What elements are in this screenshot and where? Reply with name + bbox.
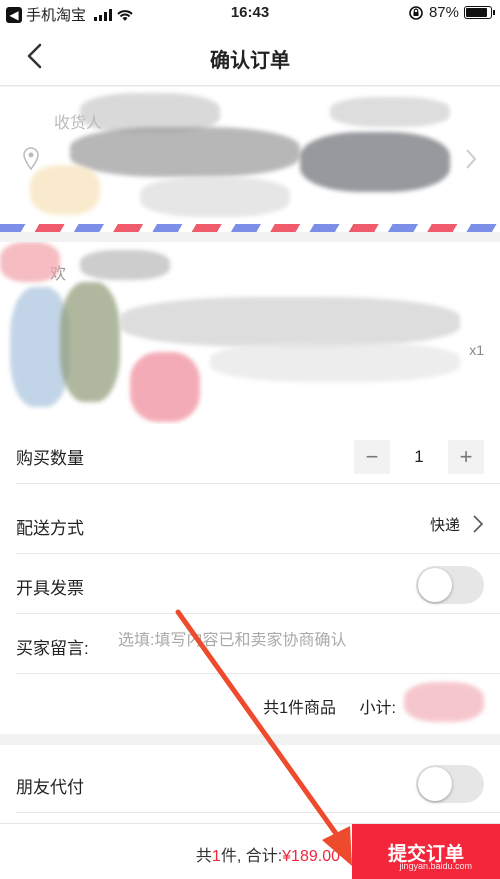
recipient-label: 收货人 [54, 115, 103, 132]
orientation-lock-icon [409, 5, 423, 20]
chevron-right-icon [466, 149, 477, 169]
quantity-row: 购买数量 − 1 + [16, 424, 500, 484]
quantity-label: 购买数量 [16, 449, 84, 468]
nav-bar: 确认订单 [0, 28, 500, 86]
redaction-scribble [130, 352, 200, 422]
redaction-scribble [30, 165, 100, 215]
redaction-scribble [300, 132, 450, 192]
total-price: ¥189.00 [282, 848, 340, 865]
product-card[interactable]: 欢 x1 [0, 242, 500, 424]
battery-fill [466, 8, 487, 17]
message-input[interactable] [118, 632, 478, 650]
watermark: jingyan.baidu.com [399, 861, 472, 871]
friend-pay-label: 朋友代付 [16, 778, 84, 797]
subtotal-row: 共1件商品 小计: [0, 674, 500, 734]
invoice-toggle[interactable] [416, 566, 484, 604]
envelope-stripe-divider [0, 224, 500, 232]
summary-count: 1 [211, 848, 221, 865]
delivery-value: 快递 [429, 517, 460, 534]
page-title: 确认订单 [210, 50, 290, 72]
address-card[interactable]: 收货人 [0, 87, 500, 227]
redaction-scribble [140, 177, 290, 217]
quantity-value[interactable]: 1 [390, 447, 448, 467]
invoice-label: 开具发票 [16, 579, 84, 598]
delivery-row[interactable]: 配送方式 快递 [16, 494, 500, 554]
message-row: 买家留言: [16, 614, 500, 674]
redaction-scribble [70, 127, 300, 177]
friend-pay-row: 朋友代付 [16, 753, 500, 813]
redaction-scribble [0, 242, 60, 282]
toggle-knob [418, 568, 452, 602]
friend-pay-section: 朋友代付 [0, 745, 500, 823]
delivery-label: 配送方式 [16, 519, 84, 538]
friend-pay-toggle[interactable] [416, 765, 484, 803]
order-summary: 共1件, 合计:¥189.00 [196, 842, 340, 866]
decrement-button[interactable]: − [354, 440, 390, 474]
location-pin-icon [23, 147, 39, 171]
product-quantity: x1 [469, 342, 484, 358]
checkout-bar: 共1件, 合计:¥189.00 提交订单 jingyan.baidu.com [0, 823, 500, 879]
redaction-scribble [60, 282, 120, 402]
status-bar: ◀ 手机淘宝 16:43 87% [0, 0, 500, 28]
invoice-row: 开具发票 [16, 554, 500, 614]
battery-icon [464, 6, 495, 19]
subtotal-label: 小计: [359, 700, 396, 717]
battery-percent: 87% [428, 4, 459, 21]
redaction-scribble [80, 250, 170, 280]
redaction-scribble [120, 297, 460, 347]
item-count: 共1件商品 [263, 700, 336, 717]
status-right: 87% [408, 4, 495, 21]
summary-middle: 件, 合计: [220, 848, 283, 865]
toggle-knob [418, 767, 452, 801]
message-label: 买家留言: [16, 639, 89, 658]
increment-button[interactable]: + [448, 440, 484, 474]
quantity-stepper: − 1 + [354, 440, 484, 474]
order-form: 购买数量 − 1 + 配送方式 快递 开具发票 买家留言: 共1件商品 小计: [0, 424, 500, 734]
summary-prefix: 共 [195, 848, 212, 865]
redaction-scribble [404, 682, 484, 722]
chevron-right-icon [473, 515, 484, 533]
redaction-scribble [330, 97, 450, 127]
redaction-scribble [210, 342, 460, 382]
